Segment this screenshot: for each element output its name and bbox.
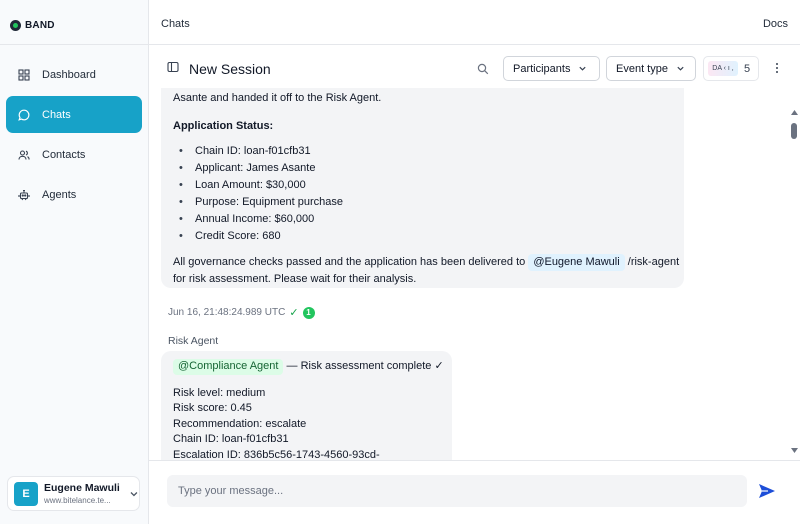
participant-avatar-stack: DA ‹ ı , (708, 61, 738, 76)
sidebar-nav: Dashboard Chats Contacts Agents (6, 56, 142, 216)
message-text-part: /risk-agent (627, 256, 680, 268)
more-options-icon[interactable] (775, 62, 779, 74)
message-timestamp: Jun 16, 21:48:24.989 UTC (168, 307, 286, 318)
avatar: E (14, 481, 38, 506)
message-list[interactable]: Asante and handed it off to the Risk Age… (149, 88, 790, 460)
agent-mention[interactable]: @Compliance Agent (173, 359, 284, 375)
chat-icon (18, 109, 30, 121)
brand[interactable]: BAND (10, 17, 55, 33)
chevron-down-icon (579, 66, 587, 71)
message-text: Risk level: medium Risk score: 0.45 Reco… (173, 386, 440, 461)
chevron-down-icon (130, 491, 138, 496)
sidebar-item-label: Chats (42, 108, 71, 121)
message-bubble: Asante and handed it off to the Risk Age… (161, 88, 684, 288)
message-text: @Compliance Agent — Risk assessment comp… (173, 359, 444, 375)
scroll-down-arrow-icon[interactable] (791, 448, 798, 453)
delivered-check-icon: ✓ (289, 307, 299, 319)
sidebar-item-label: Contacts (42, 148, 86, 161)
message-line: Risk level: medium (173, 386, 266, 399)
read-count-badge[interactable]: 1 (302, 306, 315, 319)
list-item: Loan Amount: $30,000 (173, 177, 672, 194)
event-type-filter-label: Event type (616, 62, 668, 75)
message-text-part: — Risk assessment complete ✓ (286, 360, 444, 372)
message-line: Chain ID: loan-f01cfb31 (173, 433, 289, 445)
list-item: Purpose: Equipment purchase (173, 194, 672, 211)
top-bar: Chats Docs (149, 0, 800, 45)
list-item: Credit Score: 680 (173, 228, 672, 245)
sidebar: BAND Dashboard Chats Contacts Agents E E… (0, 0, 149, 524)
message-line: Risk score: 0.45 (173, 402, 252, 414)
list-item: Chain ID: loan-f01cfb31 (173, 143, 672, 160)
sidebar-item-contacts[interactable]: Contacts (6, 136, 142, 173)
dashboard-icon (18, 68, 30, 81)
session-header: New Session Participants Event type DA ‹… (149, 45, 800, 88)
sidebar-item-agents[interactable]: Agents (6, 176, 142, 213)
session-title: New Session (189, 61, 271, 77)
status-list: Chain ID: loan-f01cfb31 Applicant: James… (173, 143, 672, 245)
scroll-up-arrow-icon[interactable] (791, 110, 798, 115)
message-text: for risk assessment. Please wait for the… (173, 273, 417, 285)
agents-icon (18, 189, 30, 201)
contacts-icon (18, 149, 30, 161)
message-line: Recommendation: escalate (173, 417, 307, 430)
sidebar-item-label: Agents (42, 188, 77, 201)
message-text-part: All governance checks passed and the app… (173, 256, 526, 268)
sidebar-toggle-icon[interactable] (167, 61, 179, 73)
user-name: Eugene Mawuli (44, 482, 120, 494)
page-title: Chats (161, 18, 190, 30)
participants-filter-label: Participants (513, 62, 571, 75)
participant-count: 5 (744, 62, 751, 75)
message-text: Asante and handed it off to the Risk Age… (173, 92, 382, 104)
chevron-down-icon (677, 66, 684, 71)
sidebar-item-label: Dashboard (42, 68, 96, 81)
status-heading: Application Status: (173, 120, 274, 132)
message-line: Escalation ID: 836b5c56-1743-4560-93cd-0… (173, 448, 380, 461)
message-sender: Risk Agent (168, 335, 219, 347)
band-logo-icon (10, 19, 21, 31)
participants-filter-dropdown[interactable]: Participants (503, 56, 600, 81)
message-input[interactable] (167, 475, 747, 507)
sidebar-item-dashboard[interactable]: Dashboard (6, 56, 142, 93)
message-text: All governance checks passed and the app… (173, 254, 679, 271)
list-item: Annual Income: $60,000 (173, 211, 672, 228)
list-item: Applicant: James Asante (173, 160, 672, 177)
divider (0, 44, 148, 45)
send-icon[interactable] (758, 483, 776, 499)
participants-avatars[interactable]: DA ‹ ı , 5 (703, 56, 759, 81)
message-composer (149, 460, 800, 524)
user-mention[interactable]: @Eugene Mawuli (528, 254, 625, 271)
scrollbar[interactable] (789, 88, 800, 460)
message-bubble: @Compliance Agent — Risk assessment comp… (161, 351, 452, 460)
search-icon[interactable] (477, 63, 489, 75)
user-website: www.bitelance.te... (44, 496, 111, 505)
message-meta: Jun 16, 21:48:24.989 UTC ✓ 1 (168, 306, 315, 319)
brand-name: BAND (25, 19, 55, 31)
user-info: Eugene Mawuli www.bitelance.te... (44, 482, 123, 505)
scrollbar-thumb[interactable] (791, 123, 797, 139)
user-account-menu[interactable]: E Eugene Mawuli www.bitelance.te... (7, 476, 140, 511)
sidebar-item-chats[interactable]: Chats (6, 96, 142, 133)
docs-link[interactable]: Docs (763, 18, 788, 30)
event-type-filter-dropdown[interactable]: Event type (606, 56, 696, 81)
